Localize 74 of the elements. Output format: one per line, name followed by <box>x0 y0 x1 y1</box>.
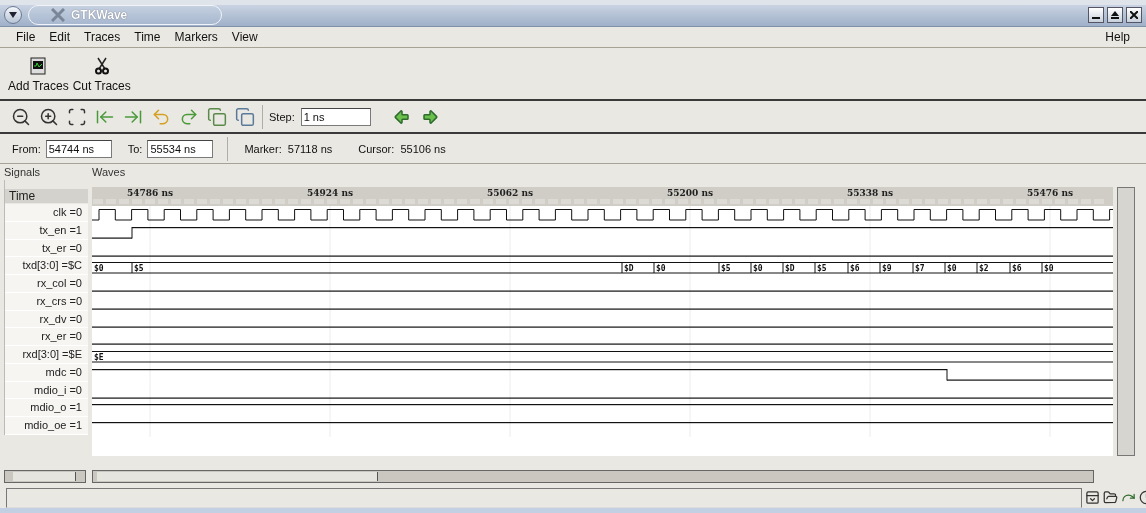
time-tick-label: 54924 ns <box>306 188 354 199</box>
from-field[interactable]: 54744 ns <box>45 139 112 158</box>
bus-value: $7 <box>915 264 925 274</box>
menu-item[interactable]: Markers <box>174 30 218 45</box>
vertical-scrollbar[interactable] <box>1117 187 1135 457</box>
signal-name[interactable]: mdio_oe =1 <box>5 417 88 435</box>
time-tick-label: 55200 ns <box>666 188 714 199</box>
zoom-in-icon <box>39 106 59 127</box>
signal-name[interactable]: mdio_o =1 <box>5 399 88 418</box>
signal-name[interactable]: txd[3:0] =$C <box>5 257 88 276</box>
from-label: From: <box>12 142 41 155</box>
maximize-button[interactable] <box>1107 7 1123 24</box>
horizontal-scrollbar[interactable] <box>92 469 1094 483</box>
pages-left-icon <box>207 106 227 127</box>
signal-name[interactable]: rx_col =0 <box>5 275 88 293</box>
scissors-icon <box>94 57 109 76</box>
caret-icon <box>9 12 17 19</box>
cut-traces-button[interactable]: Cut Traces <box>72 57 131 94</box>
bus-value: $9 <box>882 264 892 274</box>
menu-item[interactable]: Time <box>134 30 161 45</box>
waves-pane-title: Waves <box>92 166 127 181</box>
bus-value: $0 <box>656 264 666 274</box>
x-logo-icon <box>51 8 65 23</box>
zoom-out-icon <box>11 106 31 127</box>
cursor-time: Cursor: 55106 ns <box>358 142 446 155</box>
signal-name[interactable]: rxd[3:0] =$E <box>5 346 88 364</box>
window-title: GTKWave <box>71 8 128 23</box>
zoom-fit-icon <box>67 106 87 127</box>
bus-value: $0 <box>947 264 957 274</box>
time-header: Time <box>5 189 88 204</box>
close-button[interactable] <box>1126 7 1142 24</box>
menu-item[interactable]: View <box>231 30 258 45</box>
document-icon <box>30 57 47 76</box>
bus-value: $0 <box>94 264 104 274</box>
bus-value: $D <box>785 264 795 274</box>
close-icon <box>1130 11 1138 20</box>
left-arrow-icon <box>392 107 411 126</box>
to-field[interactable]: 55534 ns <box>147 139 214 158</box>
bus-value: $2 <box>979 264 989 274</box>
pages-right-icon <box>235 106 255 127</box>
bus-value: $6 <box>850 264 860 274</box>
bus-value: $0 <box>1044 264 1054 274</box>
bus-value: $E <box>94 353 104 363</box>
page-right-button[interactable] <box>234 105 256 128</box>
menu-item[interactable]: Traces <box>84 30 121 45</box>
page-left-button[interactable] <box>206 105 228 128</box>
window-menu-button[interactable] <box>4 6 22 25</box>
bus-value: $0 <box>753 264 763 274</box>
menu-item[interactable]: Edit <box>49 30 71 45</box>
folder-icon <box>1103 490 1118 506</box>
minimize-button[interactable] <box>1088 7 1104 24</box>
add-traces-button[interactable]: Add Traces <box>8 57 69 94</box>
step-field[interactable]: 1 ns <box>300 107 371 126</box>
time-tick-label: 55338 ns <box>846 188 894 199</box>
eject-icon <box>1111 11 1119 20</box>
horizontal-scrollbar[interactable] <box>4 469 86 483</box>
time-tick-label: 54786 ns <box>126 188 174 199</box>
step-label: Step: <box>269 110 295 123</box>
bus-value: $6 <box>1012 264 1022 274</box>
right-arrow-icon <box>420 107 439 126</box>
to-label: To: <box>127 142 143 155</box>
panel-icon <box>1085 490 1100 506</box>
time-tick-label: 55476 ns <box>1026 188 1074 199</box>
signal-name[interactable]: clk =0 <box>5 204 88 222</box>
signals-pane-title: Signals <box>4 166 42 181</box>
marker-time: Marker: 57118 ns <box>244 142 333 155</box>
bus-value: $D <box>624 264 634 274</box>
help-menu[interactable]: Help <box>1105 30 1130 45</box>
signal-name[interactable]: rx_er =0 <box>5 328 88 347</box>
bus-value: $5 <box>817 264 827 274</box>
bus-value: $5 <box>134 264 144 274</box>
time-tick-label: 55062 ns <box>486 188 534 199</box>
bus-value: $5 <box>721 264 731 274</box>
menu-item[interactable]: File <box>16 30 36 45</box>
